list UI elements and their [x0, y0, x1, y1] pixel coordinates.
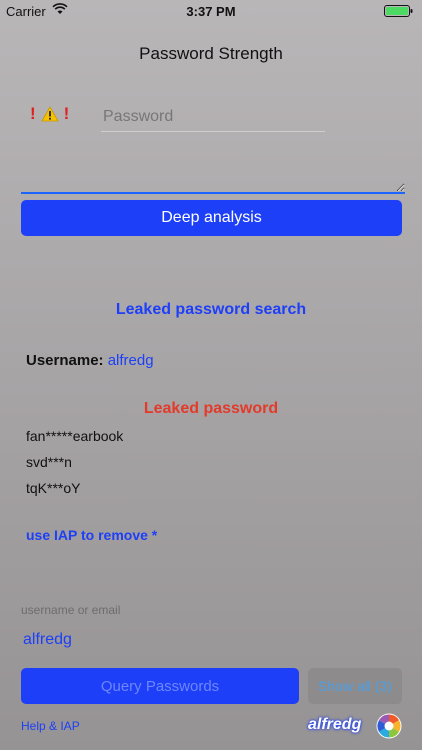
username-value: alfredg	[107, 352, 154, 369]
aperture-logo-icon	[376, 713, 402, 739]
analysis-text-area[interactable]	[21, 140, 405, 194]
brand-logo-text: alfredg	[308, 716, 362, 733]
email-label: username or email	[21, 603, 121, 617]
username-row: Username: alfredg	[26, 352, 154, 369]
help-iap-link[interactable]: Help & IAP	[21, 719, 80, 733]
leaked-search-title: Leaked password search	[115, 301, 307, 318]
leaked-password-item: tqK***oY	[26, 480, 81, 496]
page-title: Password Strength	[139, 44, 283, 63]
password-input[interactable]	[101, 103, 325, 132]
email-input[interactable]	[21, 626, 405, 654]
leaked-password-title: Leaked password	[143, 400, 279, 417]
leaked-password-item: fan*****earbook	[26, 428, 124, 444]
exclamation-icon: !	[30, 104, 36, 123]
status-bar: Carrier 3:37 PM	[0, 0, 422, 22]
show-all-button[interactable]: Show all (3)	[308, 668, 402, 704]
status-time: 3:37 PM	[186, 4, 236, 19]
username-label: Username:	[26, 352, 104, 369]
battery-icon	[384, 5, 413, 17]
deep-analysis-button[interactable]: Deep analysis	[21, 200, 402, 236]
exclamation-icon: !	[63, 104, 70, 123]
warning-icon	[40, 106, 59, 122]
leaked-password-item: svd***n	[26, 454, 72, 470]
iap-remove-link[interactable]: use IAP to remove *	[26, 527, 157, 543]
strength-indicator: ! !	[30, 104, 69, 124]
query-passwords-button[interactable]: Query Passwords	[21, 668, 299, 704]
